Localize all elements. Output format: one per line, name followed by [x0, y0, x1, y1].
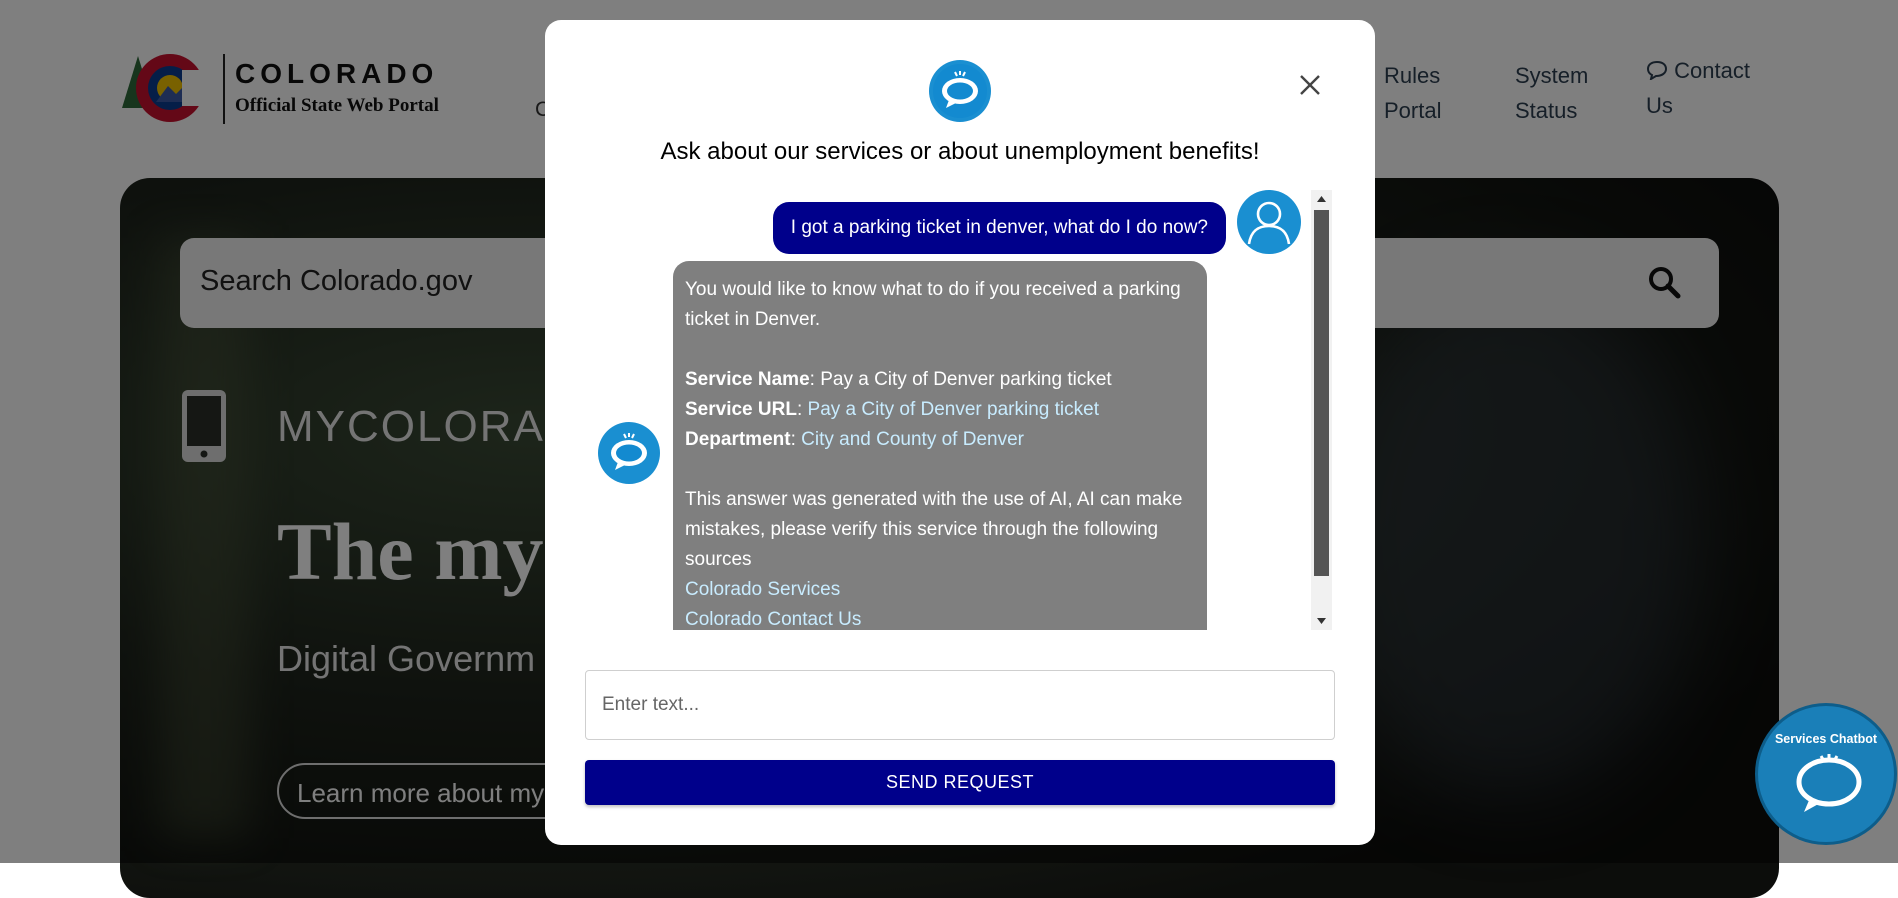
chat-transcript[interactable]: I got a parking ticket in denver, what d… — [575, 190, 1335, 630]
bot-intro-text: You would like to know what to do if you… — [685, 279, 1181, 330]
colorado-services-link[interactable]: Colorado Services — [685, 579, 840, 600]
bot-message-bubble: You would like to know what to do if you… — [673, 261, 1207, 630]
service-url-link[interactable]: Pay a City of Denver parking ticket — [808, 399, 1099, 420]
department-link[interactable]: City and County of Denver — [801, 429, 1024, 450]
scroll-down-arrow-icon[interactable] — [1311, 612, 1332, 630]
chatbot-heading: Ask about our services or about unemploy… — [660, 138, 1260, 165]
send-request-button[interactable]: SEND REQUEST — [585, 760, 1335, 805]
service-name-row: Service Name: Pay a City of Denver parki… — [685, 369, 1112, 390]
close-icon[interactable] — [1297, 72, 1323, 98]
ai-disclaimer-text: This answer was generated with the use o… — [685, 489, 1183, 570]
chat-scrollbar[interactable] — [1311, 190, 1332, 630]
service-url-label: Service URL — [685, 399, 797, 420]
chatbot-modal: Ask about our services or about unemploy… — [545, 20, 1375, 845]
department-label: Department — [685, 429, 791, 450]
service-url-row: Service URL: Pay a City of Denver parkin… — [685, 399, 1099, 420]
bot-avatar-icon — [598, 422, 660, 484]
scrollbar-thumb[interactable] — [1314, 210, 1329, 576]
chatbot-logo-icon — [929, 60, 991, 122]
launcher-label: Services Chatbot — [1774, 732, 1878, 746]
department-row: Department: City and County of Denver — [685, 429, 1024, 450]
chatbot-icon — [1796, 754, 1862, 812]
user-message-bubble: I got a parking ticket in denver, what d… — [772, 202, 1226, 254]
chat-message-input[interactable] — [585, 670, 1335, 740]
scroll-up-arrow-icon[interactable] — [1311, 190, 1332, 208]
chatbot-launcher-button[interactable]: Services Chatbot — [1758, 706, 1894, 842]
service-name-value: Pay a City of Denver parking ticket — [820, 369, 1112, 390]
colorado-contact-us-link[interactable]: Colorado Contact Us — [685, 609, 861, 630]
user-avatar-icon — [1237, 190, 1301, 254]
service-name-label: Service Name — [685, 369, 810, 390]
